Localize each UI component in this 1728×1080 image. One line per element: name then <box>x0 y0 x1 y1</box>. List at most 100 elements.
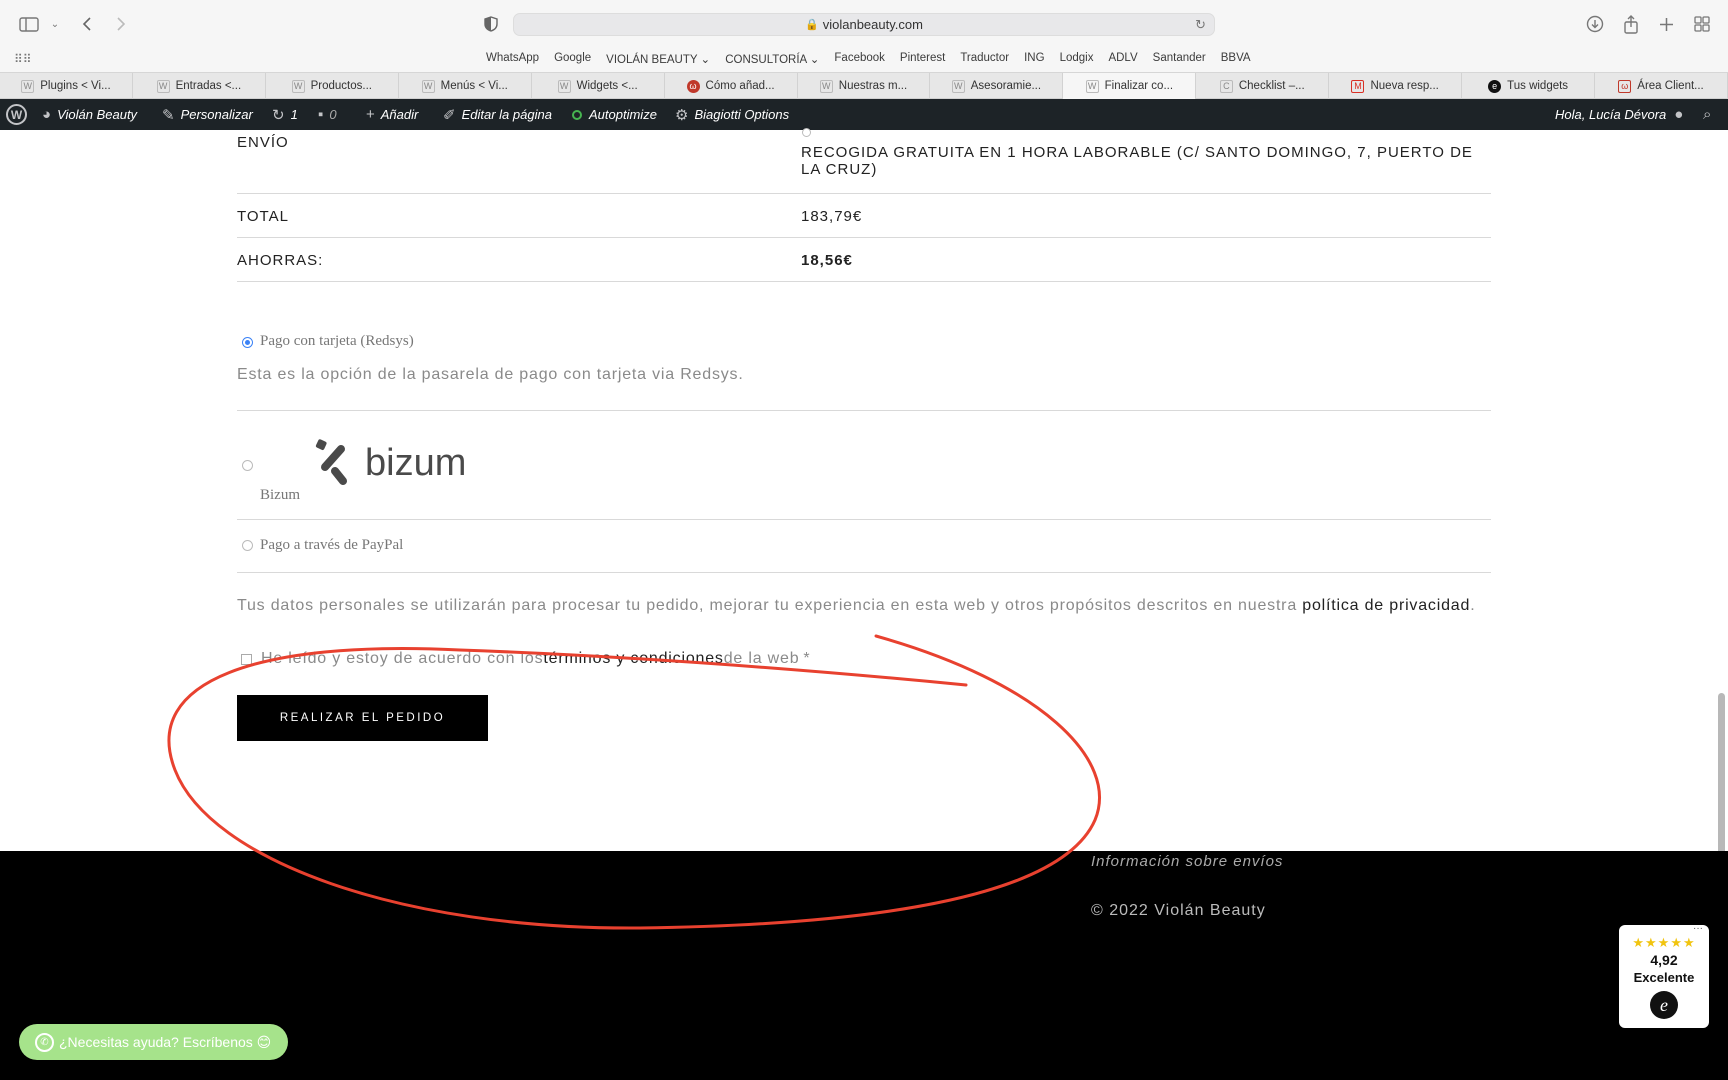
privacy-policy-link[interactable]: política de privacidad <box>1302 597 1470 614</box>
checklist-favicon-icon: C <box>1219 79 1233 93</box>
terms-acceptance: He leído y estoy de acuerdo con los térm… <box>241 650 810 668</box>
admin-biagiotti-link[interactable]: ⚙ Biagiotti Options <box>675 99 789 130</box>
browser-tab[interactable]: W Productos... <box>266 73 399 99</box>
favorite-santander[interactable]: Santander <box>1153 52 1206 66</box>
wordpress-logo-icon[interactable]: W <box>6 104 27 125</box>
total-value: 183,79€ <box>801 208 863 225</box>
payment-card-label[interactable]: Pago con tarjeta (Redsys) <box>260 333 414 350</box>
whatsapp-help-button[interactable]: ✆ ¿Necesitas ayuda? Escríbenos 😊 <box>19 1024 288 1060</box>
payment-bizum-label[interactable]: Bizum <box>260 487 300 504</box>
favorite-whatsapp[interactable]: WhatsApp <box>486 52 539 66</box>
browser-tab-active[interactable]: W Finalizar co... <box>1063 73 1197 99</box>
tab-title: Área Client... <box>1637 80 1704 92</box>
admin-edit-page-link[interactable]: ✐ Editar la página <box>443 99 552 130</box>
browser-tab[interactable]: W Entradas <... <box>133 73 266 99</box>
payment-card-radio[interactable] <box>242 337 253 348</box>
admin-add-link[interactable]: + Añadir <box>366 99 418 130</box>
favorite-ing[interactable]: ING <box>1024 52 1044 66</box>
rating-label: Excelente <box>1633 970 1695 985</box>
favorite-google[interactable]: Google <box>554 52 591 66</box>
terms-text-post: de la web <box>723 650 800 667</box>
browser-tab[interactable]: W Nuestras m... <box>798 73 931 99</box>
browser-tab[interactable]: ω Cómo añad... <box>665 73 798 99</box>
more-options-icon[interactable]: ··· <box>1693 923 1703 934</box>
privacy-text: Tus datos personales se utilizarán para … <box>237 597 1303 614</box>
shipping-radio[interactable] <box>802 128 811 137</box>
payment-bizum-radio[interactable] <box>242 460 253 471</box>
apps-grid-icon[interactable]: ⠿⠿ <box>14 52 32 66</box>
tab-title: Plugins < Vi... <box>40 80 111 92</box>
favorite-consultoria[interactable]: CONSULTORÍA ⌄ <box>725 52 819 66</box>
admin-site-label: Violán Beauty <box>57 107 138 122</box>
favorite-violan-beauty[interactable]: VIOLÁN BEAUTY ⌄ <box>606 52 710 66</box>
trust-badge[interactable]: ··· ★★★★★ 4,92 Excelente e <box>1619 923 1709 1028</box>
tab-overview-icon[interactable] <box>1691 13 1713 35</box>
back-icon[interactable] <box>76 13 98 35</box>
admin-comments-link[interactable]: ▪ 0 <box>318 99 337 130</box>
privacy-end: . <box>1470 597 1476 614</box>
trustedshops-favicon-icon: e <box>1488 79 1502 93</box>
favorite-lodgix[interactable]: Lodgix <box>1060 52 1094 66</box>
browser-tab[interactable]: W Menús < Vi... <box>399 73 532 99</box>
chevron-down-icon[interactable]: ⌄ <box>44 13 66 35</box>
admin-autoptimize-link[interactable]: Autoptimize <box>572 99 657 130</box>
browser-tab[interactable]: ω Área Client... <box>1595 73 1728 99</box>
admin-greeting: Hola, Lucía Dévora <box>1555 107 1667 122</box>
trustedshops-logo-icon: e <box>1650 991 1678 1019</box>
wordpress-favicon-icon: W <box>1085 79 1099 93</box>
favorite-bbva[interactable]: BBVA <box>1221 52 1251 66</box>
shipping-info-link[interactable]: Información sobre envíos <box>1091 853 1283 870</box>
browser-tab[interactable]: e Tus widgets <box>1462 73 1596 99</box>
browser-tab[interactable]: W Plugins < Vi... <box>0 73 133 99</box>
payment-paypal-label[interactable]: Pago a través de PayPal <box>260 537 403 554</box>
browser-tab[interactable]: W Asesoramie... <box>930 73 1064 99</box>
forward-icon[interactable] <box>110 13 132 35</box>
browser-tab[interactable]: C Checklist –... <box>1196 73 1330 99</box>
place-order-button[interactable]: REALIZAR EL PEDIDO <box>237 695 488 741</box>
reload-icon[interactable]: ↻ <box>1195 17 1206 33</box>
favorite-pinterest[interactable]: Pinterest <box>900 52 945 66</box>
tab-title: Asesoramie... <box>970 80 1042 92</box>
wordpress-favicon-icon: W <box>156 79 170 93</box>
admin-site-link[interactable]: ◕ Violán Beauty <box>42 99 137 130</box>
savings-label: AHORRAS: <box>237 252 324 269</box>
tab-title: Finalizar co... <box>1104 80 1174 92</box>
admin-customize-link[interactable]: ✎ Personalizar <box>162 99 253 130</box>
sidebar-toggle-icon[interactable] <box>18 13 40 35</box>
browser-tab[interactable]: M Nueva resp... <box>1329 73 1463 99</box>
savings-row: AHORRAS: 18,56€ <box>237 238 1491 282</box>
wordpress-favicon-icon: W <box>951 79 965 93</box>
browser-tab[interactable]: W Widgets <... <box>532 73 665 99</box>
favorite-adlv[interactable]: ADLV <box>1108 52 1137 66</box>
bizum-logo: bizum <box>315 439 466 485</box>
payment-card-description: Esta es la opción de la pasarela de pago… <box>237 366 744 383</box>
admin-updates-count: 1 <box>290 107 298 122</box>
updates-icon: ↻ <box>272 106 285 124</box>
address-bar[interactable]: 🔒 violanbeauty.com ↻ <box>513 13 1215 36</box>
whatsapp-icon: ✆ <box>35 1032 54 1052</box>
terms-link[interactable]: términos y condiciones <box>543 650 723 668</box>
admin-account-link[interactable]: Hola, Lucía Dévora ● <box>1555 99 1683 130</box>
url-text: violanbeauty.com <box>822 17 923 32</box>
payment-paypal-radio[interactable] <box>242 540 253 551</box>
gear-icon: ⚙ <box>675 106 689 124</box>
wordpress-favicon-icon: W <box>421 79 435 93</box>
new-tab-icon[interactable] <box>1655 13 1677 35</box>
shield-icon[interactable] <box>480 13 502 35</box>
share-icon[interactable] <box>1620 13 1642 35</box>
terms-text-pre: He leído y estoy de acuerdo con los <box>261 650 544 667</box>
rating-score: 4,92 <box>1650 952 1678 968</box>
favorite-facebook[interactable]: Facebook <box>834 52 885 66</box>
admin-search-link[interactable]: ⌕ <box>1703 99 1717 130</box>
admin-updates-link[interactable]: ↻ 1 <box>272 99 298 130</box>
favorite-traductor[interactable]: Traductor <box>960 52 1009 66</box>
wordpress-favicon-icon: W <box>819 79 833 93</box>
favorite-label: VIOLÁN BEAUTY <box>606 54 698 66</box>
tab-title: Cómo añad... <box>705 80 775 92</box>
chevron-down-icon: ⌄ <box>809 54 820 66</box>
copyright-text: © 2022 Violán Beauty <box>1091 902 1266 919</box>
admin-comments-count: 0 <box>329 107 337 122</box>
download-icon[interactable] <box>1584 13 1606 35</box>
user-avatar-icon: ● <box>1674 106 1684 123</box>
terms-checkbox[interactable] <box>241 653 252 665</box>
